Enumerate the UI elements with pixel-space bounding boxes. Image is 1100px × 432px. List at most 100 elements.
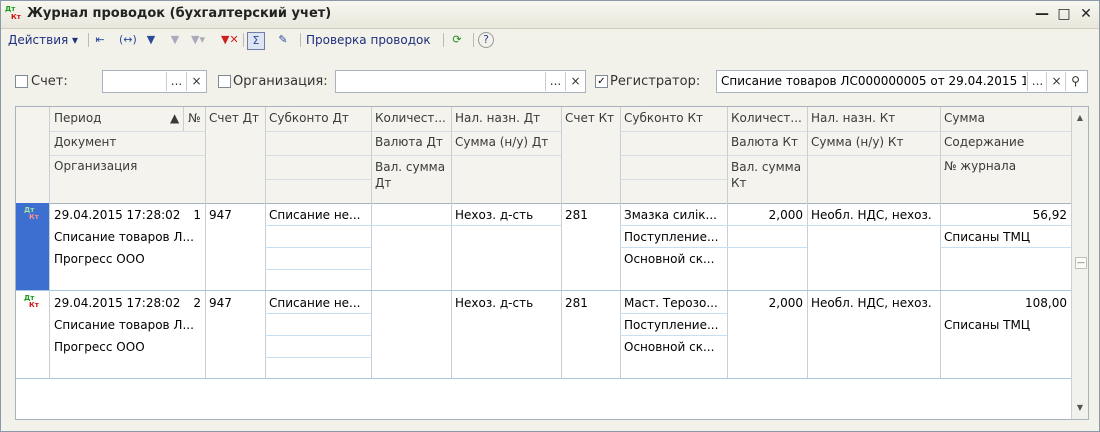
cell-subconto-kt-2: Поступление...: [624, 230, 719, 244]
open-document-icon[interactable]: ⇤: [92, 32, 108, 48]
account-label: Счет:: [31, 74, 68, 89]
col-sum[interactable]: Сумма: [940, 111, 1070, 125]
organization-label: Организация:: [233, 74, 328, 89]
check-entries-button[interactable]: Проверка проводок: [306, 31, 431, 49]
organization-checkbox[interactable]: [218, 75, 231, 88]
title-bar: Дт Кт Журнал проводок (бухгалтерский учет…: [1, 1, 1099, 29]
help-icon[interactable]: ?: [478, 32, 494, 48]
cell-account-dt: 947: [209, 208, 232, 222]
col-currency-kt[interactable]: Валюта Кт: [727, 135, 807, 149]
col-document[interactable]: Документ: [50, 135, 200, 149]
cell-subconto-kt-1: Змазка силік...: [624, 208, 717, 222]
filter-by-value-icon[interactable]: ▼: [167, 32, 183, 48]
cell-subconto-kt-3: Основной ск...: [624, 340, 715, 354]
organization-select-button[interactable]: ...: [545, 72, 565, 91]
col-organization[interactable]: Организация: [50, 159, 200, 173]
close-icon[interactable]: ✕: [1077, 5, 1095, 23]
filter-history-icon[interactable]: ▼▾: [190, 32, 206, 48]
col-account-kt[interactable]: Счет Кт: [561, 111, 621, 125]
sort-icon: ▲: [170, 111, 180, 125]
cell-number: 1: [193, 208, 201, 222]
filter-settings-icon[interactable]: ▼: [143, 32, 159, 48]
cell-organization: Прогресс ООО: [54, 340, 145, 354]
search-icon[interactable]: ⚲: [1065, 72, 1085, 91]
scroll-down-icon[interactable]: ▼: [1075, 403, 1085, 413]
col-cur-sum-dt[interactable]: Вал. сумма Дт: [371, 159, 451, 191]
cell-content: Списаны ТМЦ: [944, 318, 1031, 332]
cell-account-kt: 281: [565, 208, 588, 222]
cell-tax-kt: Необл. НДС, нехоз.: [811, 296, 932, 310]
dt-kt-icon: Дт Кт: [24, 206, 39, 221]
dt-kt-icon: Дт Кт: [5, 5, 21, 21]
col-subconto-kt[interactable]: Субконто Кт: [620, 111, 726, 125]
account-clear-button[interactable]: ×: [186, 72, 206, 91]
row-selector[interactable]: Дт Кт: [16, 203, 49, 291]
registrar-checkbox[interactable]: ✓: [595, 75, 608, 88]
cell-subconto-kt-2: Поступление...: [624, 318, 719, 332]
account-field[interactable]: ... ×: [102, 70, 207, 93]
minimize-icon[interactable]: —: [1033, 5, 1051, 23]
col-tax-kt[interactable]: Нал. назн. Кт: [807, 111, 940, 125]
cell-document[interactable]: Списание товаров Л...: [50, 315, 205, 335]
cell-qty-kt: 2,000: [768, 208, 803, 222]
organization-field[interactable]: ... ×: [335, 70, 586, 93]
refresh-icon[interactable]: ⟳: [449, 32, 465, 48]
clear-filter-icon[interactable]: ▼✕: [221, 32, 239, 48]
row-selector[interactable]: Дт Кт: [16, 291, 49, 379]
entries-table[interactable]: Период ▲ № Документ Организация Счет Дт С…: [15, 106, 1089, 420]
cell-number: 2: [193, 296, 201, 310]
journal-window: Дт Кт Журнал проводок (бухгалтерский учет…: [0, 0, 1100, 432]
registrar-select-button[interactable]: ...: [1027, 72, 1047, 91]
cell-content: Списаны ТМЦ: [944, 230, 1031, 244]
col-cur-sum-kt[interactable]: Вал. сумма Кт: [727, 159, 807, 191]
account-select-button[interactable]: ...: [166, 72, 186, 91]
col-qty-kt[interactable]: Количест...: [727, 111, 807, 125]
col-currency-dt[interactable]: Валюта Дт: [371, 135, 451, 149]
col-account-dt[interactable]: Счет Дт: [205, 111, 265, 125]
cell-tax-dt: Нехоз. д-сть: [455, 208, 534, 222]
cell-subconto-dt: Списание не...: [269, 208, 361, 222]
maximize-icon[interactable]: □: [1055, 5, 1073, 23]
cell-tax-dt: Нехоз. д-сть: [455, 296, 534, 310]
col-subconto-dt[interactable]: Субконто Дт: [265, 111, 371, 125]
actions-menu-button[interactable]: Действия ▾: [8, 31, 78, 49]
toolbar: Действия ▾ ⇤ (↔) ▼ ▼ ▼▾ ▼✕ Σ ✎ Проверка …: [1, 29, 1099, 51]
registrar-field[interactable]: Списание товаров ЛС000000005 от 29.04.20…: [716, 70, 1088, 93]
show-movements-icon[interactable]: (↔): [119, 32, 137, 48]
cell-organization: Прогресс ООО: [54, 252, 145, 266]
table-row[interactable]: Дт Кт 29.04.2015 17:28:02 1 Списание това…: [16, 203, 1071, 291]
cell-account-dt: 947: [209, 296, 232, 310]
registrar-label: Регистратор:: [610, 74, 701, 89]
registrar-value: Списание товаров ЛС000000005 от 29.04.20…: [721, 74, 1026, 88]
cell-sum: 108,00: [1025, 296, 1067, 310]
organization-clear-button[interactable]: ×: [565, 72, 585, 91]
col-sum-nu-dt[interactable]: Сумма (н/у) Дт: [451, 135, 561, 149]
table-header: Период ▲ № Документ Организация Счет Дт С…: [16, 107, 1071, 204]
col-sum-nu-kt[interactable]: Сумма (н/у) Кт: [807, 135, 940, 149]
col-journal-no[interactable]: № журнала: [940, 159, 1070, 173]
cell-document[interactable]: Списание товаров Л...: [50, 227, 205, 247]
registrar-clear-button[interactable]: ×: [1046, 72, 1066, 91]
cell-period: 29.04.2015 17:28:02: [54, 296, 181, 310]
totals-icon[interactable]: Σ: [247, 32, 265, 50]
col-period[interactable]: Период ▲: [50, 111, 200, 125]
edit-icon[interactable]: ✎: [275, 32, 291, 48]
dt-kt-icon: Дт Кт: [24, 294, 39, 309]
cell-subconto-dt: Списание не...: [269, 296, 361, 310]
scroll-up-icon[interactable]: ▲: [1075, 113, 1085, 123]
cell-account-kt: 281: [565, 296, 588, 310]
col-content[interactable]: Содержание: [940, 135, 1070, 149]
cell-subconto-kt-3: Основной ск...: [624, 252, 715, 266]
cell-qty-kt: 2,000: [768, 296, 803, 310]
account-checkbox[interactable]: [15, 75, 28, 88]
table-row[interactable]: Дт Кт 29.04.2015 17:28:02 2 Списание това…: [16, 291, 1071, 379]
cell-tax-kt: Необл. НДС, нехоз.: [811, 208, 932, 222]
scroll-thumb[interactable]: —: [1075, 257, 1087, 269]
filter-panel: Счет: ... × Организация: ... × ✓ Регистр…: [1, 69, 1099, 93]
cell-subconto-kt-1: Маст. Терозо...: [624, 296, 718, 310]
cell-period: 29.04.2015 17:28:02: [54, 208, 181, 222]
vertical-scrollbar[interactable]: ▲ — ▼: [1071, 107, 1088, 419]
col-tax-dt[interactable]: Нал. назн. Дт: [451, 111, 561, 125]
col-number[interactable]: №: [184, 111, 206, 125]
col-qty-dt[interactable]: Количест...: [371, 111, 451, 125]
